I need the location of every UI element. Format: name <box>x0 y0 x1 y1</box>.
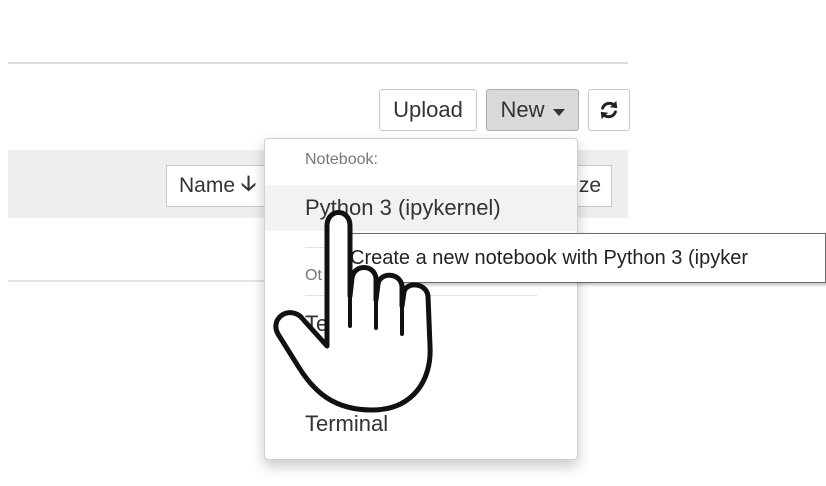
hand-pointer-icon <box>273 210 433 413</box>
upload-button[interactable]: Upload <box>379 89 477 131</box>
caret-down-icon <box>552 108 565 116</box>
notebook-section-header: Notebook: <box>305 151 378 168</box>
refresh-icon <box>600 100 618 120</box>
refresh-button[interactable] <box>588 89 630 131</box>
new-button-label: New <box>500 97 545 122</box>
new-button[interactable]: New <box>486 89 579 131</box>
sort-by-name-button[interactable]: Name 🡣 <box>166 165 276 207</box>
menu-item-terminal-label: Terminal <box>305 411 389 436</box>
arrow-down-icon: 🡣 <box>241 171 257 195</box>
jupyter-file-browser: Upload New Name 🡣 ze Notebook: Python 3 … <box>0 0 826 486</box>
sort-by-size-label: ze <box>578 174 601 197</box>
sort-by-name-label: Name <box>179 174 236 197</box>
header-divider <box>8 62 628 64</box>
upload-button-label: Upload <box>393 97 463 122</box>
